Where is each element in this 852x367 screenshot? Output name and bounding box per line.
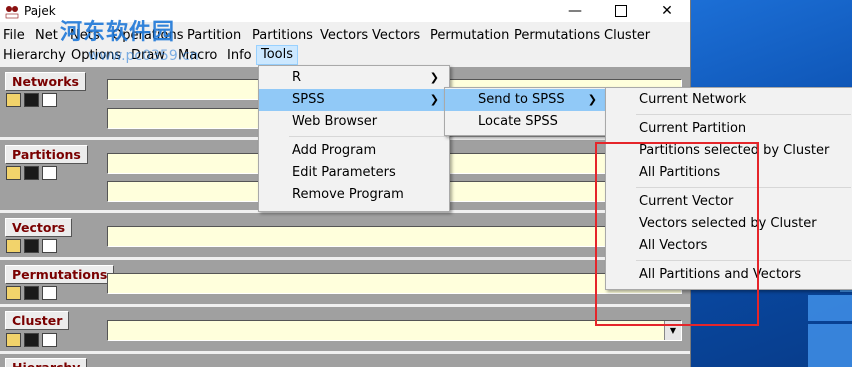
view-icon[interactable]	[42, 93, 57, 107]
menu-item-edit-parameters[interactable]: Edit Parameters	[259, 162, 449, 184]
chevron-right-icon: ❯	[587, 93, 597, 106]
permutations-button[interactable]: Permutations	[5, 265, 115, 284]
spss-submenu: Send to SPSS ❯ Locate SPSS	[444, 87, 608, 136]
menu-item-label: Send to SPSS	[478, 92, 565, 107]
menu-cluster[interactable]: Cluster	[604, 28, 650, 43]
menu-item-label: SPSS	[292, 92, 325, 107]
vectors-toolbar	[6, 239, 57, 253]
menu-item-remove-program[interactable]: Remove Program	[259, 184, 449, 206]
watermark-logo: 河东软件园	[60, 20, 176, 45]
menu-item-send-to-spss[interactable]: Send to SPSS ❯	[445, 89, 607, 111]
close-button[interactable]: ✕	[644, 0, 690, 22]
open-icon[interactable]	[6, 239, 21, 253]
maximize-icon	[615, 5, 627, 17]
annotation-highlight-box	[595, 142, 759, 326]
partitions-toolbar	[6, 166, 57, 180]
menu-item-add-program[interactable]: Add Program	[259, 140, 449, 162]
menu-item-r[interactable]: R ❯	[259, 67, 449, 89]
view-icon[interactable]	[42, 239, 57, 253]
menu-permutation[interactable]: Permutation	[430, 28, 509, 43]
menu-item-locate-spss[interactable]: Locate SPSS	[445, 111, 607, 133]
cluster-button[interactable]: Cluster	[5, 311, 70, 330]
pajek-app-icon	[5, 6, 19, 19]
chevron-right-icon: ❯	[429, 71, 439, 84]
menu-item-web-browser[interactable]: Web Browser	[259, 111, 449, 133]
windows-logo-pane	[808, 295, 852, 321]
save-icon[interactable]	[24, 286, 39, 300]
windows-logo-pane	[808, 324, 852, 367]
menu-item-label: R	[292, 70, 302, 85]
menu-vectors[interactable]: Vectors	[372, 28, 420, 43]
hierarchy-panel: Hierarchy	[0, 354, 690, 367]
vectors-button[interactable]: Vectors	[5, 218, 73, 237]
menu-permutations[interactable]: Permutations	[514, 28, 600, 43]
menu-item-current-network[interactable]: Current Network	[606, 89, 852, 111]
menu-tools[interactable]: Tools	[255, 45, 299, 65]
permutations-panel: Permutations	[0, 260, 690, 304]
watermark-url: www.pc0359.cn	[88, 48, 199, 64]
open-icon[interactable]	[6, 166, 21, 180]
menu-partitions[interactable]: Partitions	[252, 28, 313, 43]
save-icon[interactable]	[24, 239, 39, 253]
tools-menu: R ❯ SPSS ❯ Web Browser Add Program Edit Pa…	[258, 65, 450, 212]
minimize-button[interactable]: —	[552, 0, 598, 22]
hierarchy-button[interactable]: Hierarchy	[5, 358, 88, 367]
maximize-button[interactable]	[598, 0, 644, 22]
vectors-panel: Vectors	[0, 213, 690, 257]
menu-net[interactable]: Net	[35, 28, 58, 43]
cluster-toolbar	[6, 333, 57, 347]
save-icon[interactable]	[24, 93, 39, 107]
menu-separator	[289, 136, 447, 137]
view-icon[interactable]	[42, 166, 57, 180]
chevron-right-icon: ❯	[429, 93, 439, 106]
open-icon[interactable]	[6, 286, 21, 300]
menu-vector[interactable]: Vectors	[320, 28, 368, 43]
cluster-panel: Cluster ▼	[0, 307, 690, 351]
menu-file[interactable]: File	[3, 28, 25, 43]
view-icon[interactable]	[42, 286, 57, 300]
networks-button[interactable]: Networks	[5, 72, 86, 91]
menu-separator	[636, 114, 851, 115]
window-title: Pajek	[24, 4, 56, 18]
menu-item-spss[interactable]: SPSS ❯	[259, 89, 449, 111]
save-icon[interactable]	[24, 166, 39, 180]
view-icon[interactable]	[42, 333, 57, 347]
save-icon[interactable]	[24, 333, 39, 347]
open-icon[interactable]	[6, 93, 21, 107]
networks-toolbar	[6, 93, 57, 107]
menu-partition[interactable]: Partition	[187, 28, 241, 43]
permutations-toolbar	[6, 286, 57, 300]
open-icon[interactable]	[6, 333, 21, 347]
menu-hierarchy[interactable]: Hierarchy	[3, 48, 66, 63]
partitions-button[interactable]: Partitions	[5, 145, 88, 164]
menu-item-current-partition[interactable]: Current Partition	[606, 118, 852, 140]
menu-info[interactable]: Info	[227, 48, 252, 63]
